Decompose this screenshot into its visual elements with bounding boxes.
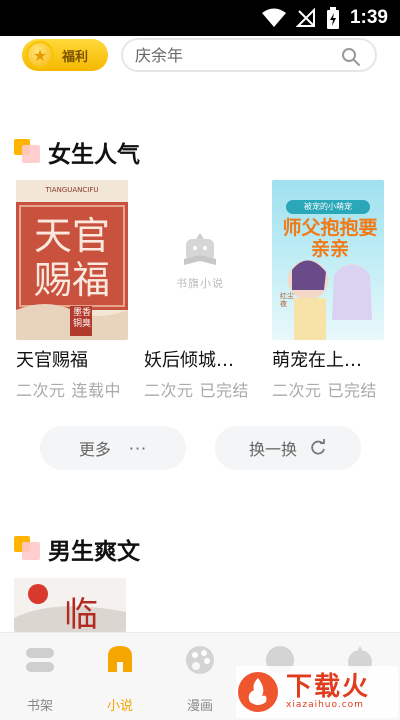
nav-bookshelf[interactable]: 书架 <box>10 643 70 714</box>
watermark-subtext: xiazaihuo.com <box>286 700 364 710</box>
comic-icon <box>183 643 217 677</box>
search-icon[interactable] <box>341 47 361 67</box>
cover-title-text: 天官赐福 <box>33 214 110 302</box>
refresh-button-label: 换一换 <box>248 440 297 459</box>
cover-top-text: 被宠的小萌宠 <box>304 202 352 211</box>
watermark-text-block: 下载火 xiazaihuo.com <box>286 674 370 710</box>
no-signal-icon <box>295 8 315 27</box>
status-icons: 1:39 <box>261 6 388 30</box>
cover-title-text: 临 <box>64 595 98 632</box>
book-status: 已完结 <box>199 381 250 400</box>
placeholder-mascot-icon <box>184 233 216 265</box>
refresh-button[interactable]: 换一换 <box>215 426 361 470</box>
nav-novel[interactable]: 小说 <box>90 643 150 714</box>
book-card[interactable]: 被宠的小萌宠 师父抱抱要亲亲 红尘夜 萌宠在上… 二次元 已完结 <box>272 180 386 401</box>
book-cover[interactable]: 书旗小说 <box>144 180 256 340</box>
book-title[interactable]: 萌宠在上… <box>272 346 386 372</box>
battery-icon <box>326 7 339 29</box>
cover-author-text: 红尘夜 <box>280 292 294 308</box>
book-card[interactable]: 临 <box>14 578 128 632</box>
section-title-female: 女生人气 <box>14 135 140 169</box>
fire-logo-icon <box>238 672 278 712</box>
book-status: 连载中 <box>71 381 122 400</box>
section-mark-icon <box>14 536 42 562</box>
section-title-text: 男生爽文 <box>48 539 140 565</box>
book-meta: 二次元 连载中 <box>16 377 130 401</box>
section-title-text: 女生人气 <box>48 142 140 168</box>
book-card[interactable]: TIANGUANCIFU 天官赐福 墨香铜臭 天官赐福 二次元 连载中 <box>16 180 130 401</box>
more-button[interactable]: 更多 ··· <box>40 426 186 470</box>
section-mark-icon <box>14 139 42 165</box>
novel-icon <box>103 643 137 677</box>
book-category: 二次元 <box>16 381 66 400</box>
book-meta: 二次元 已完结 <box>144 377 258 401</box>
welfare-button[interactable]: ★ 福利 <box>22 39 108 71</box>
top-header: ★ 福利 <box>0 36 400 76</box>
placeholder-logo-text: 书旗小说 <box>176 277 224 290</box>
watermark-text: 下载火 <box>286 672 371 702</box>
book-category: 二次元 <box>272 381 322 400</box>
refresh-icon <box>311 439 325 455</box>
book-card[interactable]: 书旗小说 妖后倾城… 二次元 已完结 <box>144 180 258 401</box>
nav-label: 书架 <box>26 699 53 714</box>
book-title[interactable]: 妖后倾城… <box>144 346 258 372</box>
more-button-label: 更多 <box>78 440 111 459</box>
cover-top-text: TIANGUANCIFU <box>45 186 99 194</box>
section-title-male: 男生爽文 <box>14 532 140 566</box>
cover-title-text: 师父抱抱要亲亲 <box>282 217 378 260</box>
book-status: 已完结 <box>327 381 378 400</box>
cover-author-text: 墨香铜臭 <box>72 308 91 329</box>
book-cover[interactable]: 临 <box>14 578 126 632</box>
bookshelf-icon <box>23 643 57 677</box>
status-time: 1:39 <box>349 7 388 28</box>
nav-label: 漫画 <box>186 699 213 714</box>
search-box[interactable] <box>121 38 377 72</box>
wifi-icon <box>261 8 286 27</box>
search-input[interactable] <box>135 45 325 65</box>
more-dots-icon: ··· <box>128 438 148 458</box>
book-category: 二次元 <box>144 381 194 400</box>
welfare-label: 福利 <box>62 49 89 65</box>
nav-comic[interactable]: 漫画 <box>170 643 230 714</box>
book-title[interactable]: 天官赐福 <box>16 346 130 372</box>
nav-label: 小说 <box>106 699 133 714</box>
book-cover[interactable]: 被宠的小萌宠 师父抱抱要亲亲 红尘夜 <box>272 180 384 340</box>
star-icon: ★ <box>26 41 54 69</box>
book-cover[interactable]: TIANGUANCIFU 天官赐福 墨香铜臭 <box>16 180 128 340</box>
status-bar: 1:39 <box>0 0 400 36</box>
book-meta: 二次元 已完结 <box>272 377 386 401</box>
watermark-logo: 下载火 xiazaihuo.com <box>236 666 398 718</box>
